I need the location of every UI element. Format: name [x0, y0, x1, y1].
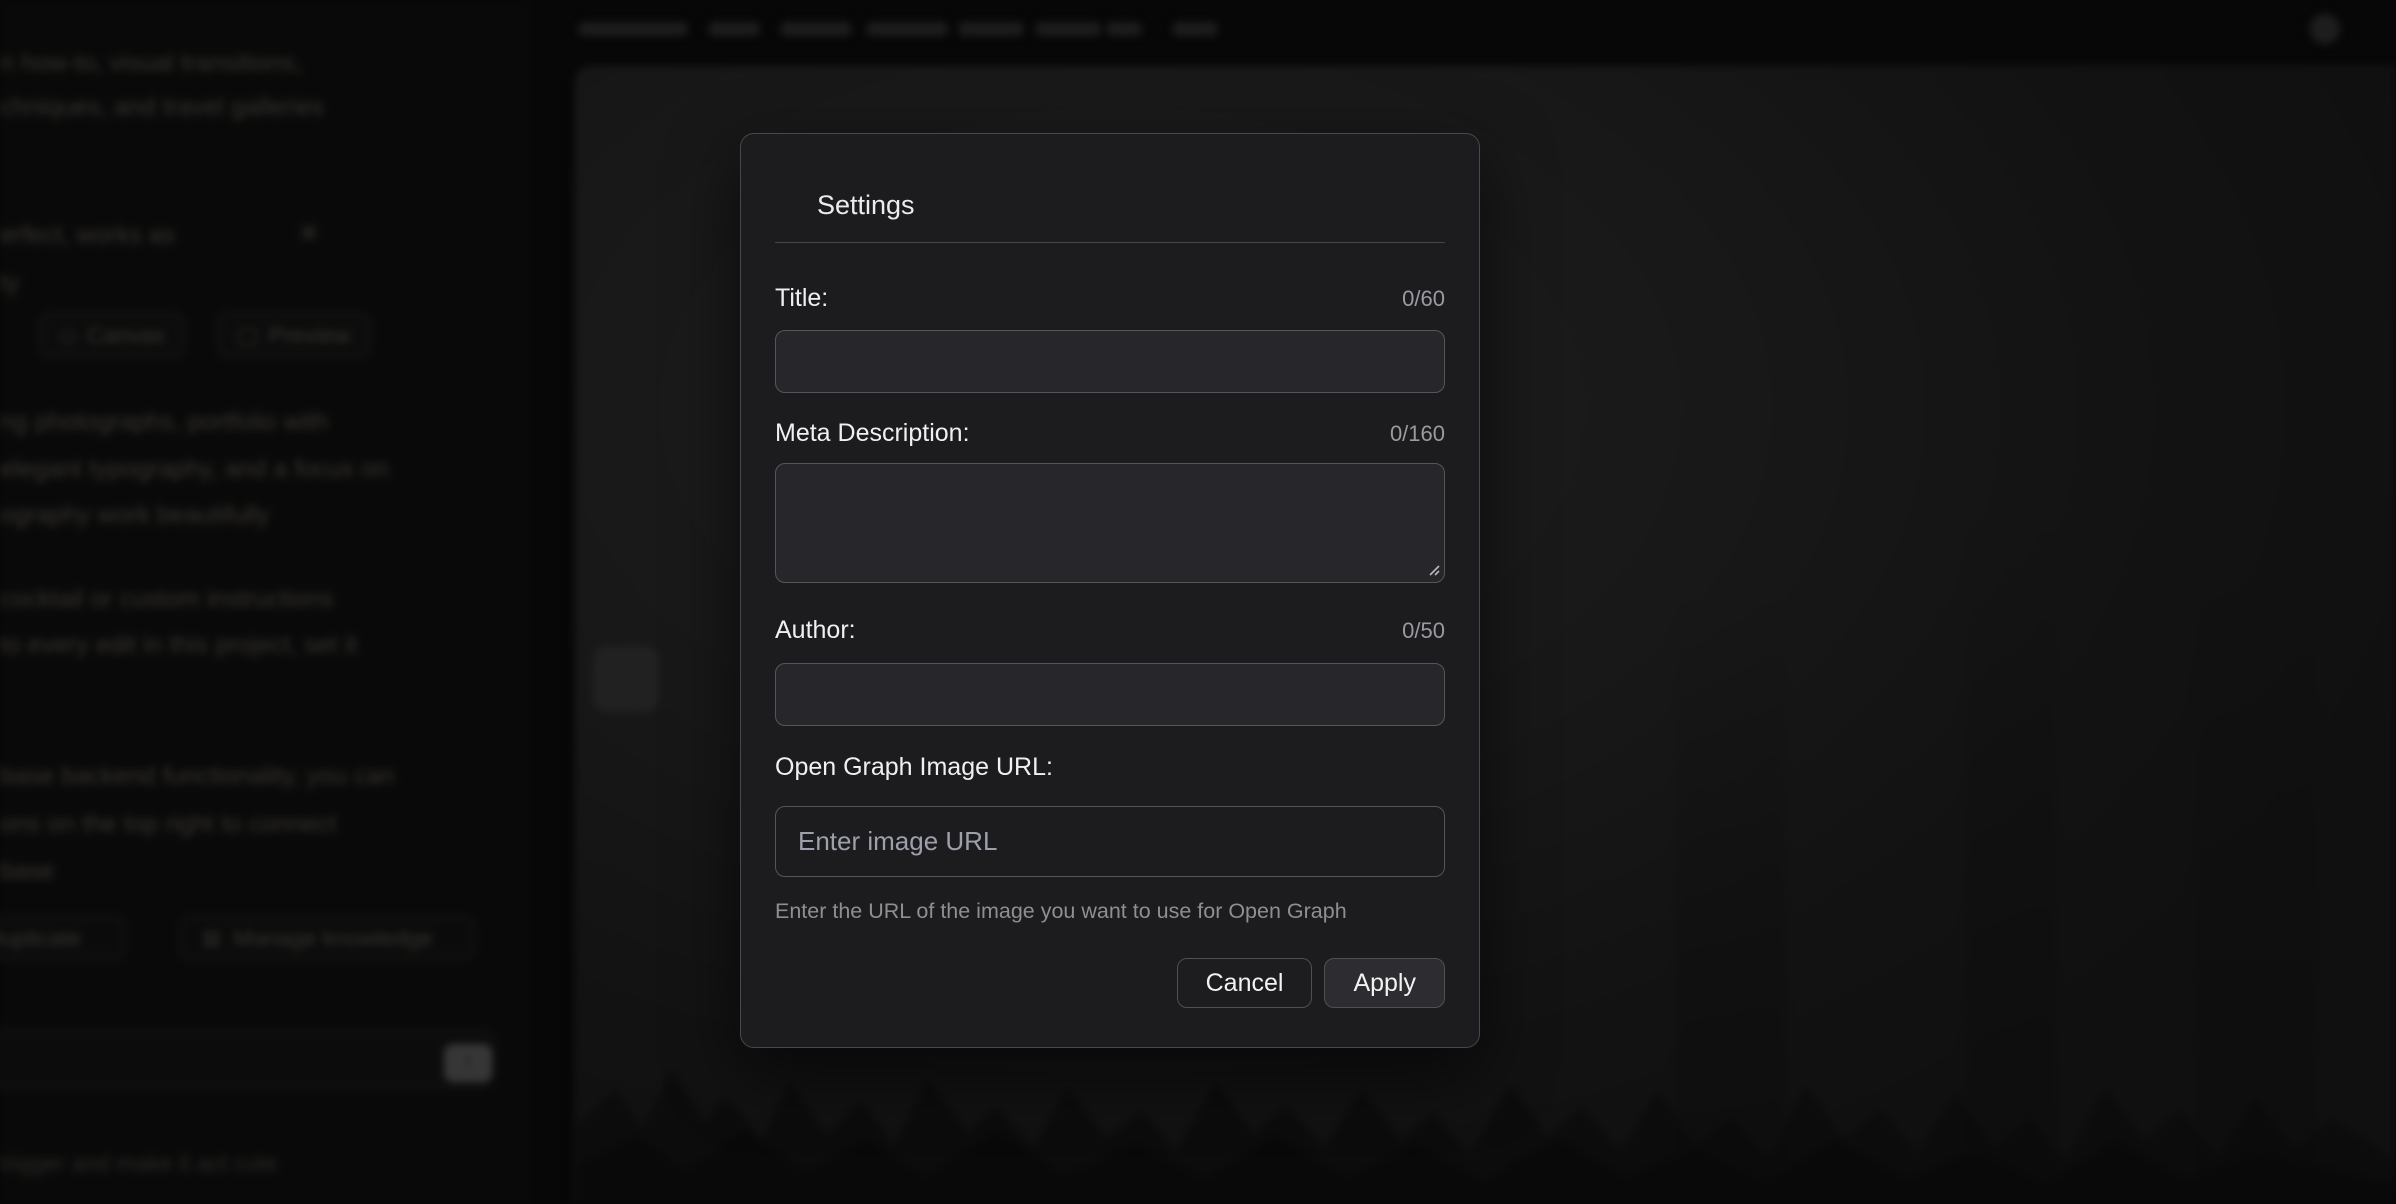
resize-grip-icon[interactable] — [1425, 561, 1440, 576]
meta-description-label: Meta Description: — [775, 418, 970, 448]
og-image-help-text: Enter the URL of the image you want to u… — [775, 898, 1445, 924]
og-image-url-input[interactable] — [775, 806, 1445, 877]
app-screen: n how-to, visual transitions, chniques, … — [0, 0, 2396, 1204]
og-image-label: Open Graph Image URL: — [775, 752, 1053, 782]
meta-description-field-header: Meta Description: 0/160 — [775, 418, 1445, 448]
modal-button-row: Cancel Apply — [775, 958, 1445, 1008]
author-input[interactable] — [775, 663, 1445, 726]
title-input[interactable] — [775, 330, 1445, 393]
og-image-field-header: Open Graph Image URL: — [775, 752, 1445, 782]
title-label: Title: — [775, 283, 828, 313]
author-counter: 0/50 — [1402, 617, 1445, 645]
meta-description-textarea[interactable] — [775, 463, 1445, 583]
apply-button[interactable]: Apply — [1324, 958, 1445, 1008]
modal-divider — [775, 242, 1445, 243]
settings-modal: Settings Title: 0/60 Meta Description: 0… — [740, 133, 1480, 1048]
meta-description-counter: 0/160 — [1390, 420, 1445, 448]
title-counter: 0/60 — [1402, 285, 1445, 313]
cancel-button[interactable]: Cancel — [1177, 958, 1313, 1008]
title-field-header: Title: 0/60 — [775, 283, 1445, 313]
author-field-header: Author: 0/50 — [775, 615, 1445, 645]
modal-title: Settings — [775, 190, 1445, 221]
author-label: Author: — [775, 615, 856, 645]
